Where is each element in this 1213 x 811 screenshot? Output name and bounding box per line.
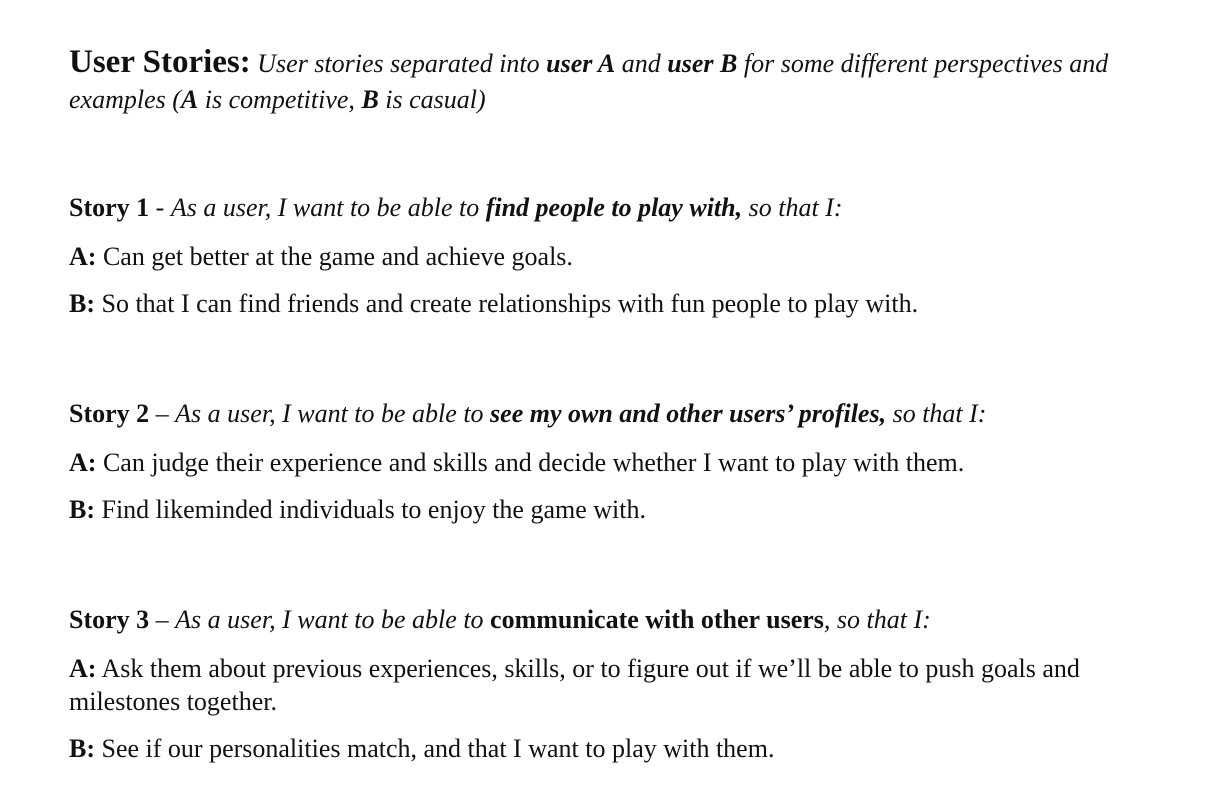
answer-text: Ask them about previous experiences, ski…	[69, 654, 1080, 716]
story-tail: so that I:	[742, 193, 843, 222]
answer-key: A:	[69, 242, 97, 271]
story-lead: As a user, I want to be able to	[175, 399, 491, 428]
document-page: User Stories: User stories separated int…	[0, 0, 1213, 811]
intro-text-5: is casual)	[378, 85, 486, 114]
story-lead: As a user, I want to be able to	[170, 193, 486, 222]
page-title: User Stories:	[69, 44, 251, 80]
answer-a: A: Ask them about previous experiences, …	[69, 652, 1149, 718]
story-1: Story 1 - As a user, I want to be able t…	[69, 190, 1149, 334]
answer-key: B:	[69, 734, 95, 763]
story-separator: –	[149, 605, 176, 634]
intro-text-4: is competitive,	[198, 85, 362, 114]
b-letter: B	[361, 85, 379, 114]
story-separator: -	[149, 193, 171, 222]
story-lead: As a user, I want to be able to	[175, 605, 491, 634]
answer-text: See if our personalities match, and that…	[95, 734, 775, 763]
answer-key: B:	[69, 495, 95, 524]
answer-text: Find likeminded individuals to enjoy the…	[95, 495, 647, 524]
story-tail: so that I:	[886, 399, 987, 428]
story-focus: find people to play with,	[485, 193, 743, 222]
answer-b: B: So that I can find friends and create…	[69, 287, 1149, 320]
user-a-label: user A	[546, 49, 616, 78]
story-label: Story 1	[69, 193, 150, 222]
story-3: Story 3 – As a user, I want to be able t…	[69, 602, 1149, 779]
a-letter: A	[180, 85, 199, 114]
story-label: Story 2	[69, 399, 150, 428]
story-heading: Story 1 - As a user, I want to be able t…	[69, 190, 1149, 226]
story-heading: Story 3 – As a user, I want to be able t…	[69, 602, 1149, 638]
answer-text: Can get better at the game and achieve g…	[96, 242, 573, 271]
story-focus: see my own and other users’ profiles,	[490, 399, 887, 428]
story-label: Story 3	[69, 605, 150, 634]
answer-b: B: Find likeminded individuals to enjoy …	[69, 493, 1149, 526]
answer-key: A:	[69, 448, 97, 477]
intro-text-1: User stories separated into	[257, 49, 547, 78]
story-focus: communicate with other users	[490, 605, 824, 634]
answer-a: A: Can judge their experience and skills…	[69, 446, 1149, 479]
story-tail: , so that I:	[823, 605, 931, 634]
answer-a: A: Can get better at the game and achiev…	[69, 240, 1149, 273]
answer-key: B:	[69, 289, 95, 318]
story-heading: Story 2 – As a user, I want to be able t…	[69, 396, 1149, 432]
answer-b: B: See if our personalities match, and t…	[69, 732, 1149, 765]
answer-text: Can judge their experience and skills an…	[96, 448, 965, 477]
story-separator: –	[149, 399, 176, 428]
intro-text-2: and	[615, 49, 668, 78]
story-2: Story 2 – As a user, I want to be able t…	[69, 396, 1149, 540]
answer-text: So that I can find friends and create re…	[95, 289, 919, 318]
document-header: User Stories: User stories separated int…	[69, 44, 1149, 118]
user-b-label: user B	[667, 49, 738, 78]
answer-key: A:	[69, 654, 97, 683]
